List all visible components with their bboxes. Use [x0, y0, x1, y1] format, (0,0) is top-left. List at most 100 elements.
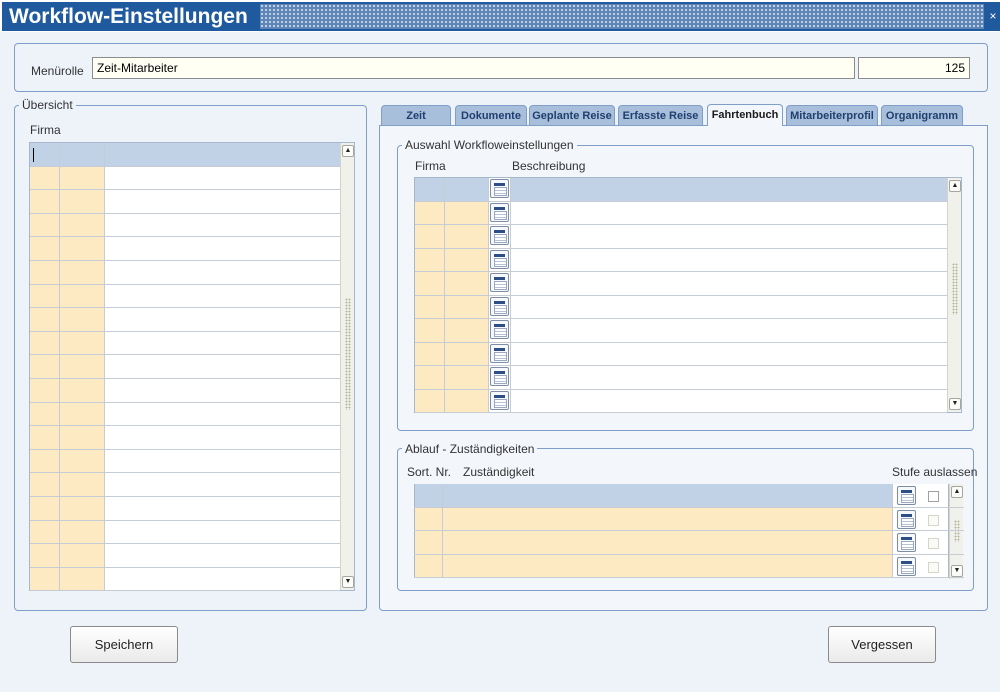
overview-table[interactable]: ▲ ▼ [29, 142, 355, 592]
table-row[interactable] [30, 261, 340, 285]
tab-mitarbeiterprofil[interactable]: Mitarbeiterprofil [786, 105, 878, 125]
cell[interactable] [30, 426, 60, 449]
scroll-down-icon[interactable]: ▼ [949, 398, 961, 410]
cell[interactable] [30, 143, 60, 166]
tab-organigramm[interactable]: Organigramm [881, 105, 963, 125]
cell[interactable] [30, 261, 60, 284]
calendar-icon[interactable] [490, 390, 509, 410]
cell[interactable] [30, 520, 60, 544]
calendar-icon[interactable] [490, 226, 509, 245]
tab-fahrtenbuch[interactable]: Fahrtenbuch [707, 104, 783, 126]
calendar-icon[interactable] [897, 486, 916, 505]
table-row[interactable] [415, 225, 947, 249]
cell[interactable] [445, 389, 489, 412]
cell[interactable] [60, 331, 105, 355]
scroll-down-icon[interactable]: ▼ [342, 576, 354, 588]
cell[interactable] [60, 237, 105, 260]
cell[interactable] [30, 402, 60, 426]
cell[interactable] [30, 449, 60, 473]
workflow-scrollbar[interactable]: ▲ ▼ [947, 178, 961, 412]
cell[interactable] [445, 342, 489, 365]
cell[interactable] [60, 402, 105, 426]
cell[interactable] [60, 426, 105, 449]
stufe-auslassen-checkbox[interactable] [928, 491, 939, 502]
cell[interactable] [445, 366, 489, 389]
calendar-icon[interactable] [897, 533, 916, 552]
cell[interactable] [445, 272, 489, 295]
table-row[interactable] [414, 554, 964, 578]
table-row[interactable] [414, 507, 964, 531]
close-icon[interactable]: × [986, 2, 1000, 31]
cell[interactable] [30, 166, 60, 190]
cell[interactable] [60, 308, 105, 331]
table-row[interactable] [30, 544, 340, 568]
calendar-icon[interactable] [490, 343, 509, 363]
cell[interactable] [30, 497, 60, 520]
cell[interactable] [30, 237, 60, 260]
table-row[interactable] [30, 426, 340, 450]
table-row[interactable] [30, 355, 340, 379]
cell[interactable] [414, 554, 443, 577]
cell[interactable] [414, 507, 443, 530]
stufe-auslassen-checkbox[interactable] [928, 561, 939, 573]
table-row[interactable] [415, 201, 947, 225]
cell[interactable] [415, 225, 445, 248]
tab-erfasste-reise[interactable]: Erfasste Reise [618, 105, 703, 125]
table-row[interactable] [30, 473, 340, 497]
cell[interactable] [30, 355, 60, 378]
cell[interactable] [415, 178, 445, 201]
cell[interactable] [415, 342, 445, 365]
cell[interactable] [443, 554, 893, 577]
cell[interactable] [415, 272, 445, 295]
cell[interactable] [445, 319, 489, 342]
table-row[interactable] [415, 342, 947, 366]
table-row[interactable] [414, 531, 964, 555]
table-row[interactable] [30, 213, 340, 238]
cell[interactable] [445, 201, 489, 224]
tab-geplante-reise[interactable]: Geplante Reise [529, 105, 615, 125]
forget-button[interactable]: Vergessen [828, 626, 936, 663]
menurolle-number-field[interactable]: 125 [858, 57, 970, 79]
table-row[interactable] [415, 319, 947, 343]
cell[interactable] [415, 295, 445, 318]
table-row[interactable] [30, 567, 340, 592]
stufe-auslassen-checkbox[interactable] [928, 538, 939, 549]
table-row[interactable] [30, 449, 340, 474]
calendar-icon[interactable] [490, 320, 509, 339]
cell[interactable] [60, 190, 105, 213]
cell[interactable] [60, 213, 105, 237]
calendar-icon[interactable] [490, 273, 509, 292]
tab-dokumente[interactable]: Dokumente [455, 105, 527, 125]
table-row[interactable] [30, 497, 340, 521]
cell[interactable] [415, 248, 445, 271]
responsibilities-table[interactable]: ▲ ▼ [414, 484, 964, 580]
scroll-up-icon[interactable]: ▲ [342, 145, 354, 157]
tab-zeit[interactable]: Zeit [381, 105, 451, 125]
cell[interactable] [415, 366, 445, 389]
cell[interactable] [414, 484, 443, 507]
table-row[interactable] [30, 402, 340, 427]
title-drag-handle[interactable] [258, 2, 986, 31]
table-row[interactable] [30, 284, 340, 309]
cell[interactable] [30, 473, 60, 496]
cell[interactable] [60, 520, 105, 544]
calendar-icon[interactable] [897, 509, 916, 529]
calendar-icon[interactable] [490, 296, 509, 316]
table-row[interactable] [30, 331, 340, 356]
cell[interactable] [60, 544, 105, 567]
cell[interactable] [445, 295, 489, 318]
cell[interactable] [60, 284, 105, 308]
calendar-icon[interactable] [490, 202, 509, 222]
calendar-icon[interactable] [490, 367, 509, 386]
cell[interactable] [415, 201, 445, 224]
scroll-thumb-grip[interactable] [345, 298, 351, 410]
scroll-up-icon[interactable]: ▲ [949, 180, 961, 192]
cell[interactable] [30, 331, 60, 355]
cell[interactable] [60, 143, 105, 166]
cell[interactable] [415, 389, 445, 412]
table-row[interactable] [415, 366, 947, 390]
title-bar[interactable]: Workflow-Einstellungen × [0, 0, 1000, 32]
cell[interactable] [60, 567, 105, 591]
cell[interactable] [60, 355, 105, 378]
cell[interactable] [443, 531, 893, 554]
